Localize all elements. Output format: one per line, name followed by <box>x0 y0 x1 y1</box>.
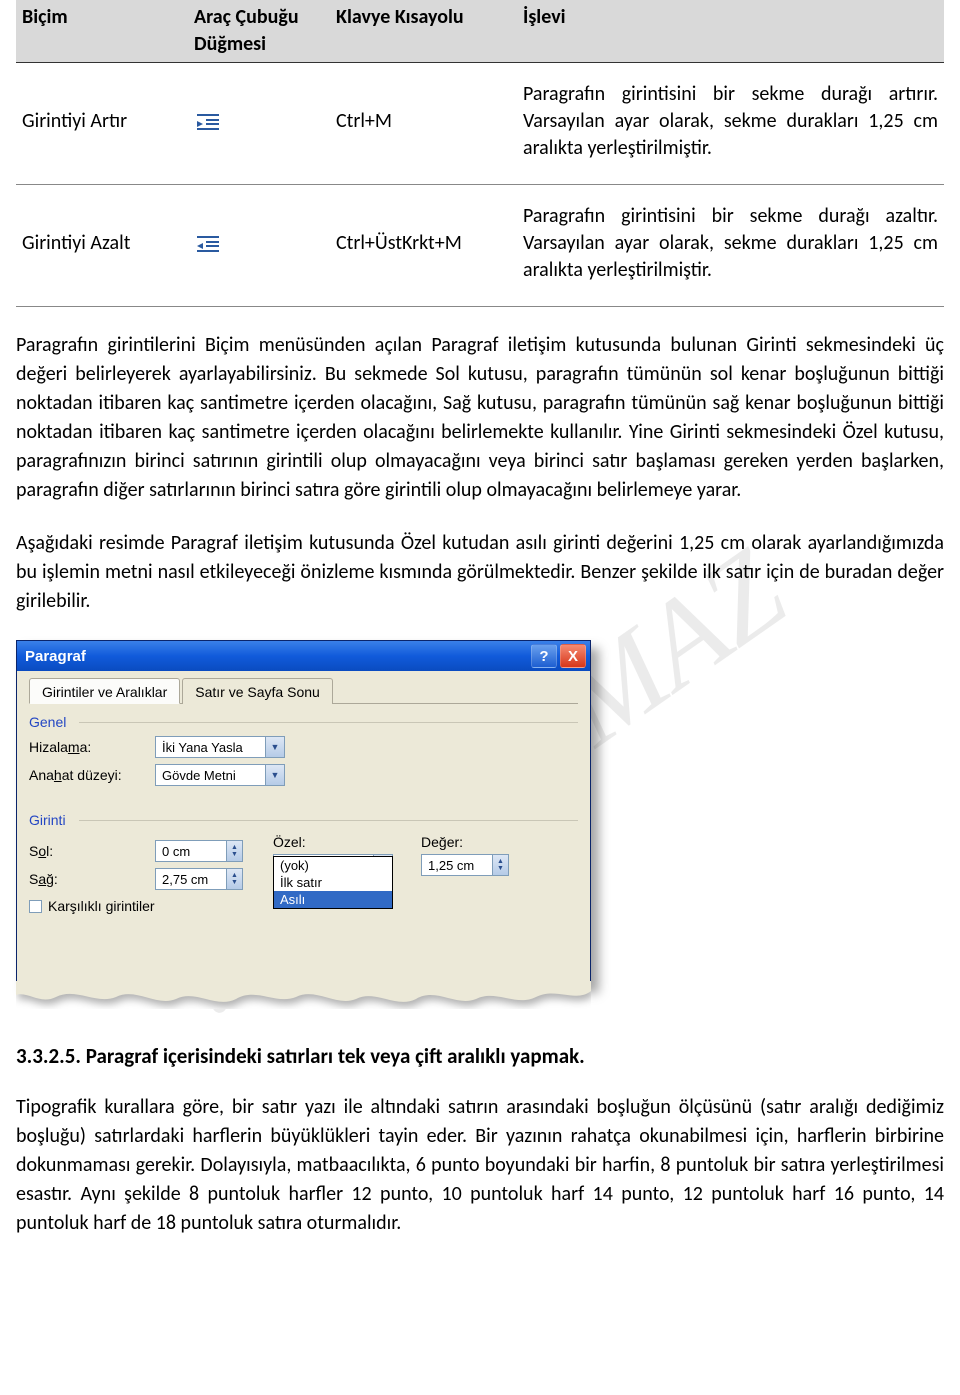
value-spinner[interactable]: 1,25 cm ▲▼ <box>421 854 509 876</box>
tab-label: Satır ve Sayfa Sonu <box>195 684 320 700</box>
special-combo-list[interactable]: (yok) İlk satır Asılı <box>273 856 393 909</box>
th-islevi: İşlevi <box>517 0 944 63</box>
tab-satir[interactable]: Satır ve Sayfa Sonu <box>182 678 333 704</box>
combo-option[interactable]: (yok) <box>274 857 392 874</box>
chevron-down-icon: ▼ <box>265 737 284 757</box>
cell-icon <box>188 185 330 307</box>
section-heading: 3.3.2.5. Paragraf içerisindeki satırları… <box>16 1043 944 1069</box>
group-title: Girinti <box>29 812 578 828</box>
spinner-buttons-icon: ▲▼ <box>492 855 508 875</box>
decrease-indent-icon <box>194 233 222 255</box>
combo-value: Gövde Metni <box>156 768 242 783</box>
cell-bicim: Girintiyi Azalt <box>16 185 188 307</box>
spinner-value: 2,75 cm <box>156 872 214 887</box>
cell-shortcut: Ctrl+ÜstKrkt+M <box>330 185 517 307</box>
chevron-down-icon: ▼ <box>265 765 284 785</box>
cell-icon <box>188 63 330 185</box>
label-hizalama: Hizalama: <box>29 739 147 755</box>
spinner-value: 1,25 cm <box>422 858 480 873</box>
dialog-title: Paragraf <box>25 648 86 665</box>
table-row: Girintiyi Azalt Ctrl+ÜstKrkt+M Paragrafı… <box>16 185 944 307</box>
label-sol: Sol: <box>29 843 147 859</box>
outline-combo[interactable]: Gövde Metni ▼ <box>155 764 285 786</box>
body-paragraph: Aşağıdaki resimde Paragraf iletişim kutu… <box>16 529 944 616</box>
spinner-buttons-icon: ▲▼ <box>226 869 242 889</box>
spinner-buttons-icon: ▲▼ <box>226 841 242 861</box>
shortcut-table: Biçim Araç Çubuğu Düğmesi Klavye Kısayol… <box>16 0 944 307</box>
left-indent-spinner[interactable]: 0 cm ▲▼ <box>155 840 243 862</box>
body-paragraph: Tipografik kurallara göre, bir satır yaz… <box>16 1093 944 1238</box>
label-sag: Sağ: <box>29 871 147 887</box>
th-dugme: Araç Çubuğu Düğmesi <box>188 0 330 63</box>
combo-option[interactable]: Asılı <box>274 891 392 908</box>
table-row: Girintiyi Artır Ctrl+M Paragrafın girint… <box>16 63 944 185</box>
cell-shortcut: Ctrl+M <box>330 63 517 185</box>
tab-girintiler[interactable]: Girintiler ve Aralıklar <box>29 678 180 704</box>
group-title: Genel <box>29 714 578 730</box>
cell-function: Paragrafın girintisini bir sekme durağı … <box>517 185 944 307</box>
label-anahat: Anahat düzeyi: <box>29 767 147 783</box>
th-kisayol: Klavye Kısayolu <box>330 0 517 63</box>
mirrored-indents-checkbox[interactable]: Karşılıklı girintiler <box>29 898 155 914</box>
group-genel: Genel Hizalama: İki Yana Yasla ▼ Anahat … <box>29 714 578 786</box>
label-deger: Değer: <box>421 834 509 850</box>
tab-label: Girintiler ve Aralıklar <box>42 684 167 700</box>
cell-bicim: Girintiyi Artır <box>16 63 188 185</box>
torn-edge-decoration <box>16 981 591 1009</box>
alignment-combo[interactable]: İki Yana Yasla ▼ <box>155 736 285 758</box>
checkbox-label: Karşılıklı girintiler <box>48 898 155 914</box>
spinner-value: 0 cm <box>156 844 196 859</box>
checkbox-icon <box>29 900 42 913</box>
combo-option[interactable]: İlk satır <box>274 874 392 891</box>
combo-value: İki Yana Yasla <box>156 740 249 755</box>
th-bicim: Biçim <box>16 0 188 63</box>
dialog-tabs: Girintiler ve Aralıklar Satır ve Sayfa S… <box>29 677 578 704</box>
body-paragraph: Paragrafın girintilerini Biçim menüsünde… <box>16 331 944 505</box>
help-button[interactable]: ? <box>531 644 557 668</box>
increase-indent-icon <box>194 111 222 133</box>
group-girinti: Girinti Sol: 0 cm ▲▼ Sağ: <box>29 812 578 960</box>
close-button[interactable]: X <box>560 644 586 668</box>
label-ozel: Özel: <box>273 834 393 850</box>
dialog-titlebar: Paragraf ? X <box>17 641 590 671</box>
paragraph-dialog: Paragraf ? X Girintiler ve Aralıklar Sat… <box>16 640 591 985</box>
cell-function: Paragrafın girintisini bir sekme durağı … <box>517 63 944 185</box>
right-indent-spinner[interactable]: 2,75 cm ▲▼ <box>155 868 243 890</box>
